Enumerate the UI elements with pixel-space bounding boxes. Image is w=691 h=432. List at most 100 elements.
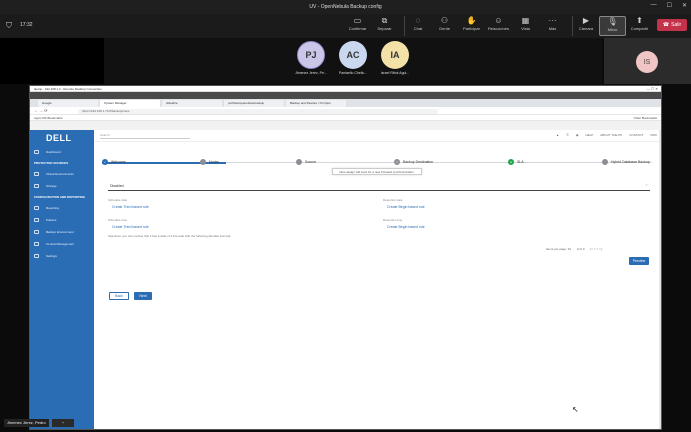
tool-view[interactable]: ▦ Vista bbox=[512, 16, 539, 36]
leave-button[interactable]: ☎ Salir bbox=[657, 19, 687, 31]
avatar: IA bbox=[381, 41, 409, 69]
sidebar: DELL Dashboard PROTECTED SOURCES Virtual… bbox=[30, 130, 94, 429]
page-range: 0 of 0 bbox=[577, 247, 585, 251]
step-dot bbox=[296, 159, 302, 165]
server-icon bbox=[34, 172, 39, 176]
step-backup-destination[interactable]: ✓ Backup Destination bbox=[394, 159, 433, 165]
tool-mic[interactable]: 🎙 Micro bbox=[599, 16, 626, 36]
nav-help[interactable]: HELP bbox=[585, 133, 593, 137]
step-hybrid-db[interactable]: Hybrid Database Backup bbox=[602, 159, 650, 165]
step-sla[interactable]: ● SLA bbox=[508, 159, 524, 165]
mic-icon: 🎙 bbox=[607, 17, 618, 26]
present-icon: ▭ bbox=[353, 16, 362, 25]
nav-about[interactable]: ABOUT THE PP bbox=[600, 133, 622, 137]
sidebar-item-backup-env[interactable]: Backup Environment bbox=[30, 226, 94, 238]
step-dot bbox=[602, 159, 608, 165]
share-icon: ⧉ bbox=[381, 16, 388, 25]
tab-portfolio[interactable]: portfolio/openebula-backup bbox=[224, 100, 284, 107]
tab-vrealize[interactable]: vRealize bbox=[162, 100, 222, 107]
tab-system-manager[interactable]: System Manager bbox=[100, 100, 160, 107]
schedule-time-link[interactable]: Create Third based rule bbox=[112, 225, 149, 229]
tool-people[interactable]: ⚇ Gente bbox=[431, 16, 458, 36]
grid-icon: ▦ bbox=[521, 16, 530, 25]
retention-time-link[interactable]: Create Begin based rule bbox=[387, 225, 425, 229]
dell-logo: DELL bbox=[46, 133, 72, 143]
step-welcome[interactable]: ✓ Welcome bbox=[102, 159, 126, 165]
list-icon[interactable]: ☰ bbox=[566, 133, 569, 137]
dell-app: DELL Dashboard PROTECTED SOURCES Virtual… bbox=[30, 130, 661, 429]
phone-icon: ☎ bbox=[662, 22, 670, 28]
tool-share[interactable]: ⧉ Separar bbox=[371, 16, 398, 36]
meeting-toolbar: ⛉ 17:32 ▭ Confirmar ⧉ Separar ◌ Chat ⚇ Gente… bbox=[0, 14, 691, 38]
next-button[interactable]: Next bbox=[134, 292, 152, 300]
url-input[interactable]: https://192.168.1.71/#/backups/new bbox=[78, 108, 438, 114]
sidebar-item-policies[interactable]: Policies bbox=[30, 214, 94, 226]
gear-icon bbox=[34, 254, 39, 258]
browser-tabs: Google System Manager vRealize portfolio… bbox=[30, 99, 661, 107]
sidebar-item-reporting[interactable]: Reporting bbox=[30, 202, 94, 214]
interval-note: Specimen you can confine that it has a d… bbox=[108, 234, 231, 238]
step-source[interactable]: Source bbox=[296, 159, 316, 165]
tool-chat[interactable]: ◌ Chat bbox=[404, 16, 431, 36]
preview-button[interactable]: Preview bbox=[629, 257, 649, 265]
people-icon: ⚇ bbox=[440, 16, 449, 25]
network-icon bbox=[34, 242, 39, 246]
step-dot: ● bbox=[508, 159, 514, 165]
tab-backup-restore[interactable]: Backup and Restore / NI Open bbox=[286, 100, 346, 107]
back-button[interactable]: Back bbox=[109, 292, 129, 300]
tool-raise-hand[interactable]: ✋ Participar bbox=[458, 16, 485, 36]
sidebar-item-storage[interactable]: Storage bbox=[30, 180, 94, 192]
user-icon[interactable]: ◉ bbox=[576, 133, 579, 137]
nav-arrows-icon[interactable]: ← → ⟳ bbox=[34, 108, 48, 113]
top-nav: Search ▲ ☰ ◉ HELP ABOUT THE PP CONTACT P… bbox=[94, 130, 661, 142]
items-per-page[interactable]: Items per page: 10 bbox=[546, 247, 571, 251]
tool-reactions[interactable]: ☺ Reacciones bbox=[485, 16, 512, 36]
tool-share-screen[interactable]: ⬆ Compartir bbox=[626, 16, 653, 36]
nav-contact[interactable]: CONTACT bbox=[629, 133, 643, 137]
window-title: UV - OpenNebula Backup config bbox=[309, 4, 382, 10]
backup-icon bbox=[34, 230, 39, 234]
meeting-clock: 17:32 bbox=[20, 22, 33, 28]
window-controls: — ☐ ✕ bbox=[651, 2, 687, 9]
tool-present[interactable]: ▭ Confirmar bbox=[344, 16, 371, 36]
alert-icon[interactable]: ▲ bbox=[556, 133, 559, 137]
avatar: PJ bbox=[297, 41, 325, 69]
speaker-name-tag: Jimenez Jerez, Pedro bbox=[4, 419, 49, 427]
step-nodes[interactable]: Nodes bbox=[200, 159, 219, 165]
share-screen-icon: ⬆ bbox=[636, 16, 643, 25]
expand-button[interactable]: + bbox=[52, 419, 74, 427]
more-icon: ··· bbox=[548, 16, 557, 25]
retention-date-link[interactable]: Create Begin based rule bbox=[387, 205, 425, 209]
mouse-cursor-icon: ↖ bbox=[572, 405, 579, 414]
tab-google[interactable]: Google bbox=[38, 100, 98, 107]
tool-more[interactable]: ··· Más bbox=[539, 16, 566, 36]
chat-icon: ◌ bbox=[415, 16, 421, 25]
page-nav-icon[interactable]: |< < > >| bbox=[591, 247, 602, 251]
sidebar-item-settings[interactable]: Settings bbox=[30, 250, 94, 262]
rdp-title-bar: laptop - 192.168.1.2 - Remote Desktop Co… bbox=[30, 86, 661, 92]
sidebar-item-dashboard[interactable]: Dashboard bbox=[30, 146, 94, 158]
meeting-tools: ▭ Confirmar ⧉ Separar ◌ Chat ⚇ Gente ✋ Partic… bbox=[344, 16, 691, 36]
schedule-date-label: Schedule date bbox=[108, 198, 128, 202]
close-icon[interactable]: ✕ bbox=[682, 2, 687, 9]
nav-pro[interactable]: PRO bbox=[650, 133, 657, 137]
sidebar-item-virtual-env[interactable]: Virtual Environments bbox=[30, 168, 94, 180]
page-scrollbar[interactable] bbox=[659, 130, 661, 429]
rdp-window-controls[interactable]: — ☐ ✕ bbox=[646, 86, 658, 92]
schedule-select[interactable]: Disabled ⌃ bbox=[108, 182, 650, 191]
top-nav-right: ▲ ☰ ◉ HELP ABOUT THE PP CONTACT PRO bbox=[556, 133, 657, 137]
tool-camera[interactable]: ▶ Cámara bbox=[572, 16, 599, 36]
check-icon: ✓ bbox=[394, 159, 400, 165]
schedule-date-link[interactable]: Create Third based rule bbox=[112, 205, 149, 209]
maximize-icon[interactable]: ☐ bbox=[667, 2, 672, 9]
main-content: Search ▲ ☰ ◉ HELP ABOUT THE PP CONTACT P… bbox=[94, 130, 661, 429]
search-input[interactable]: Search bbox=[100, 133, 190, 139]
sidebar-item-central-mgmt[interactable]: Central Management bbox=[30, 238, 94, 250]
minimize-icon[interactable]: — bbox=[651, 2, 657, 9]
policy-icon bbox=[34, 218, 39, 222]
camera-icon: ▶ bbox=[582, 16, 590, 25]
participant-ia[interactable]: IA Israel Ribot Agui... bbox=[370, 41, 420, 75]
participant-strip: PJ Jimenez Jerez, Pe... AC Pantaello Che… bbox=[104, 38, 602, 84]
sidebar-section-config: CONFIGURATION AND REPORTING bbox=[34, 195, 85, 199]
address-bar: ← → ⟳ https://192.168.1.71/#/backups/new bbox=[30, 107, 661, 115]
